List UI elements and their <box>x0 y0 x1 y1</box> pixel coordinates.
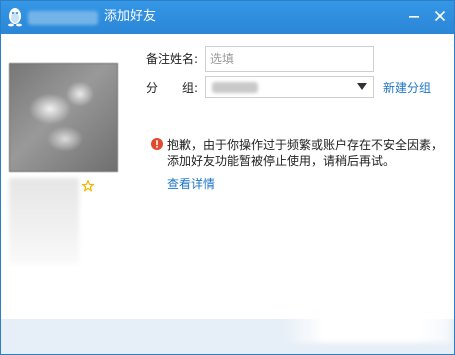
star-icon <box>82 180 94 192</box>
group-label: 分 组: <box>146 81 198 95</box>
view-details-link[interactable]: 查看详情 <box>167 177 215 191</box>
redacted-footer-buttons <box>281 311 451 343</box>
close-icon <box>434 10 446 22</box>
chevron-down-icon <box>357 83 367 90</box>
group-label-part2: 组: <box>182 81 199 95</box>
qq-penguin-icon <box>8 8 22 27</box>
error-icon <box>151 138 163 150</box>
redacted-profile-info <box>9 178 79 264</box>
redacted-group-value <box>212 82 258 93</box>
group-select[interactable] <box>205 76 374 98</box>
window-title: 添加好友 <box>104 9 157 24</box>
avatar <box>9 63 118 172</box>
minimize-button[interactable] <box>404 7 424 25</box>
remark-name-label: 备注姓名: <box>146 52 199 66</box>
error-message: 抱歉，由于你操作过于频繁或账户存在不安全因素，添加好友功能暂被停止使用，请稍后再… <box>167 138 444 168</box>
title-bar[interactable]: 添加好友 <box>1 1 454 34</box>
add-friend-window: 添加好友 备注姓名: 分 组: 新建分组 抱歉，由于你操作过于频繁或账户存在不安全… <box>0 0 455 355</box>
remark-name-input[interactable] <box>205 46 374 72</box>
group-label-part1: 分 <box>146 81 159 95</box>
close-button[interactable] <box>430 7 450 25</box>
redacted-username <box>28 11 98 25</box>
minimize-icon <box>409 16 419 18</box>
new-group-link[interactable]: 新建分组 <box>383 81 431 95</box>
